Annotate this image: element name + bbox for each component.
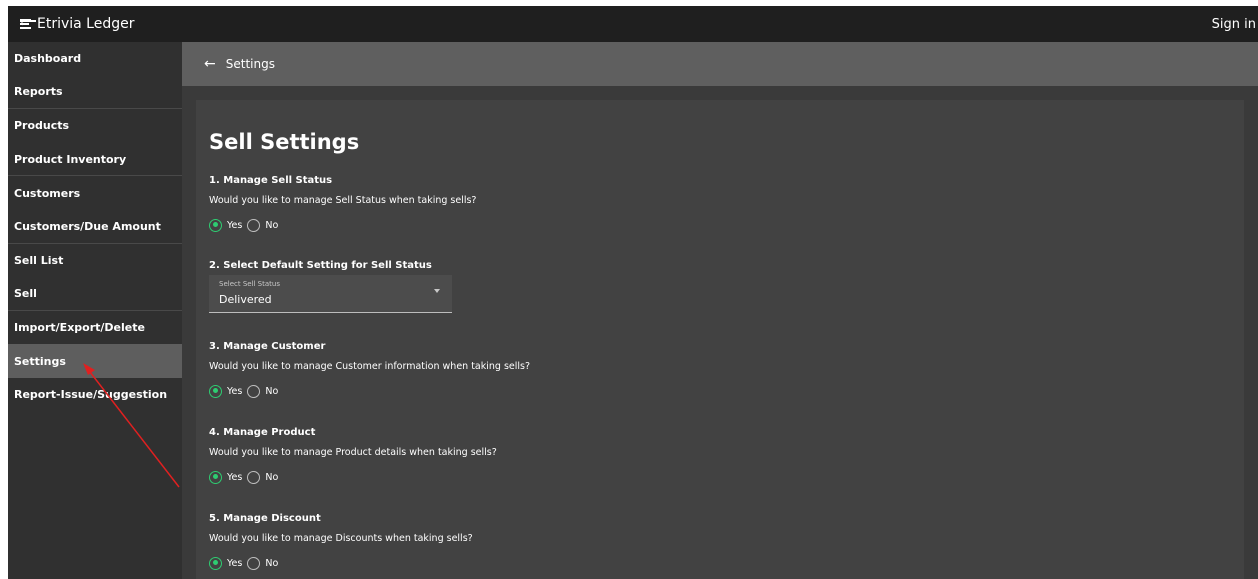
caret-down-icon <box>434 289 440 293</box>
select-value: Delivered <box>219 293 272 306</box>
sidebar-item-report-issue[interactable]: Report-Issue/Suggestion <box>8 378 182 412</box>
radio-yes[interactable] <box>209 218 222 232</box>
setting-manage-sell-status: 1. Manage Sell Status Would you like to … <box>209 174 476 232</box>
top-app-bar: ‹ Etrivia Ledger Sign in <box>8 6 1258 42</box>
sidebar-item-product-inventory[interactable]: Product Inventory <box>8 143 182 177</box>
radio-no-label[interactable]: No <box>265 472 278 483</box>
setting-default-sell-status: 2. Select Default Setting for Sell Statu… <box>209 259 432 273</box>
radio-no[interactable] <box>247 556 261 570</box>
section-question: Would you like to manage Discounts when … <box>209 533 473 544</box>
content-header: ← Settings <box>182 42 1258 86</box>
radio-yes[interactable] <box>209 384 222 398</box>
radio-group: Yes No <box>209 470 497 484</box>
sell-status-select[interactable]: Select Sell Status Delivered <box>209 275 452 313</box>
radio-yes-label[interactable]: Yes <box>227 220 242 231</box>
section-title: 3. Manage Customer <box>209 341 326 352</box>
sign-in-button[interactable]: Sign in <box>1212 6 1258 42</box>
sidebar-item-import-export-delete[interactable]: Import/Export/Delete <box>8 311 182 345</box>
section-question: Would you like to manage Product details… <box>209 447 497 458</box>
radio-no-label[interactable]: No <box>265 558 278 569</box>
radio-no[interactable] <box>247 470 261 484</box>
setting-manage-product: 4. Manage Product Would you like to mana… <box>209 426 497 484</box>
radio-no[interactable] <box>247 384 261 398</box>
section-title: 2. Select Default Setting for Sell Statu… <box>209 260 432 271</box>
radio-yes-label[interactable]: Yes <box>227 472 242 483</box>
radio-no[interactable] <box>247 218 261 232</box>
section-question: Would you like to manage Customer inform… <box>209 361 531 372</box>
sidebar-item-dashboard[interactable]: Dashboard <box>8 42 182 76</box>
page-title: Sell Settings <box>209 130 360 154</box>
section-question: Would you like to manage Sell Status whe… <box>209 195 477 206</box>
menu-collapse-icon[interactable]: ‹ <box>20 18 36 30</box>
sidebar-item-products[interactable]: Products <box>8 109 182 143</box>
arrow-left-icon[interactable]: ← <box>204 56 216 72</box>
section-title: 1. Manage Sell Status <box>209 175 333 186</box>
radio-group: Yes No <box>209 218 476 232</box>
section-title: 5. Manage Discount <box>209 513 321 524</box>
radio-yes-label[interactable]: Yes <box>227 386 242 397</box>
radio-yes-label[interactable]: Yes <box>227 558 242 569</box>
page-header-title: Settings <box>225 57 275 71</box>
setting-manage-discount: 5. Manage Discount Would you like to man… <box>209 512 473 570</box>
sidebar-item-settings[interactable]: Settings <box>8 344 182 378</box>
sidebar-item-customers-due-amount[interactable]: Customers/Due Amount <box>8 210 182 244</box>
radio-no-label[interactable]: No <box>265 220 278 231</box>
sidebar-item-sell-list[interactable]: Sell List <box>8 244 182 278</box>
radio-yes[interactable] <box>209 470 222 484</box>
sidebar: Dashboard Reports Products Product Inven… <box>8 42 182 579</box>
settings-panel: Sell Settings 1. Manage Sell Status Woul… <box>196 100 1244 579</box>
section-title: 4. Manage Product <box>209 427 316 438</box>
sidebar-item-sell[interactable]: Sell <box>8 277 182 311</box>
radio-group: Yes No <box>209 384 530 398</box>
radio-yes[interactable] <box>209 556 222 570</box>
setting-manage-customer: 3. Manage Customer Would you like to man… <box>209 340 530 398</box>
brand: ‹ Etrivia Ledger <box>20 6 135 42</box>
app-title: Etrivia Ledger <box>37 16 135 32</box>
main-content: ← Settings Sell Settings 1. Manage Sell … <box>182 42 1258 579</box>
sidebar-item-reports[interactable]: Reports <box>8 76 182 110</box>
app-window: ‹ Etrivia Ledger Sign in Dashboard Repor… <box>0 0 1258 579</box>
radio-no-label[interactable]: No <box>265 386 278 397</box>
sidebar-item-customers[interactable]: Customers <box>8 176 182 210</box>
select-caption: Select Sell Status <box>219 280 280 288</box>
radio-group: Yes No <box>209 556 473 570</box>
